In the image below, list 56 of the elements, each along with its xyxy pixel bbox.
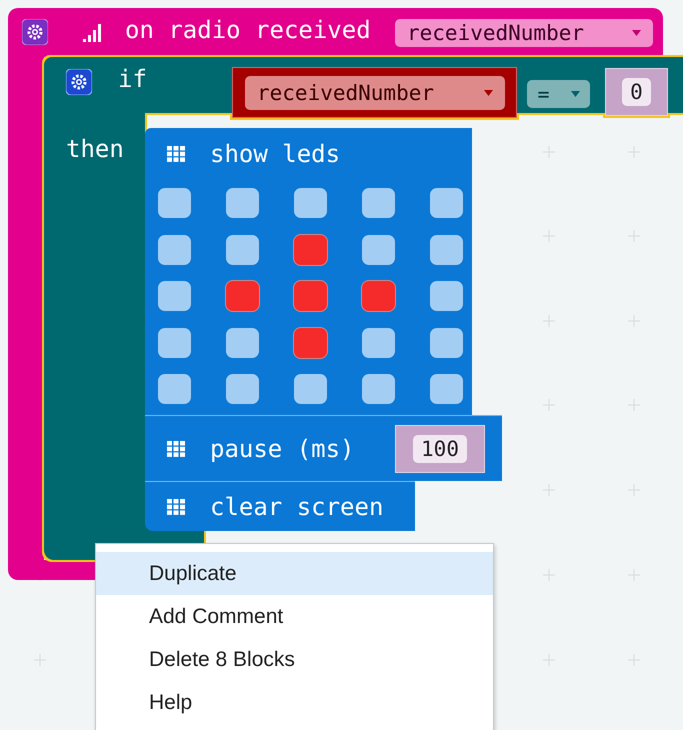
show-leds-block[interactable]: show leds <box>145 128 472 415</box>
led-cell[interactable] <box>430 234 463 264</box>
led-cell[interactable] <box>158 281 191 311</box>
caret-icon <box>570 91 580 97</box>
led-cell[interactable] <box>226 234 259 264</box>
led-cell[interactable] <box>362 328 395 358</box>
grid-icon <box>167 146 185 162</box>
led-cell[interactable] <box>362 374 395 404</box>
block-label: show leds <box>210 140 340 168</box>
led-cell[interactable] <box>226 328 259 358</box>
clear-screen-block[interactable]: clear screen <box>145 481 415 531</box>
parameter-dropdown[interactable]: receivedNumber <box>395 19 653 47</box>
number-block[interactable]: 100 <box>395 425 485 473</box>
event-label: on radio received <box>125 16 371 44</box>
operator-dropdown[interactable]: = <box>527 80 590 108</box>
led-cell[interactable] <box>226 374 259 404</box>
grid-icon <box>167 440 185 456</box>
led-cell[interactable] <box>158 374 191 404</box>
if-label: if <box>118 65 147 93</box>
number-block[interactable]: 0 <box>605 68 668 116</box>
variable-block[interactable]: receivedNumber <box>232 67 517 118</box>
led-cell[interactable] <box>430 188 463 218</box>
led-cell[interactable] <box>158 328 191 358</box>
number-field[interactable]: 100 <box>413 435 467 463</box>
block-label: clear screen <box>210 492 384 520</box>
led-cell[interactable] <box>430 328 463 358</box>
gear-icon <box>66 69 92 95</box>
led-cell[interactable] <box>294 374 327 404</box>
led-cell[interactable] <box>430 281 463 311</box>
led-cell[interactable] <box>226 188 259 218</box>
then-label: then <box>66 135 124 163</box>
signal-icon <box>83 24 103 42</box>
event-block[interactable]: on radio received receivedNumber <box>8 8 663 57</box>
variable-dropdown[interactable]: receivedNumber <box>245 76 505 110</box>
led-cell[interactable] <box>294 281 327 311</box>
menu-item[interactable]: Delete 8 Blocks <box>96 638 493 681</box>
block-label: pause (ms) <box>210 434 354 462</box>
led-cell[interactable] <box>294 234 327 264</box>
led-cell[interactable] <box>294 188 327 218</box>
gear-icon <box>22 19 48 45</box>
menu-item[interactable]: Add Comment <box>96 595 493 638</box>
led-cell[interactable] <box>362 188 395 218</box>
led-cell[interactable] <box>294 328 327 358</box>
number-field[interactable]: 0 <box>622 78 651 106</box>
pause-block[interactable]: pause (ms) 100 <box>145 415 502 481</box>
grid-icon <box>167 498 185 514</box>
led-cell[interactable] <box>362 234 395 264</box>
caret-icon <box>484 90 493 96</box>
led-cell[interactable] <box>430 374 463 404</box>
menu-item[interactable]: Help <box>96 681 493 724</box>
led-cell[interactable] <box>226 281 259 311</box>
led-cell[interactable] <box>158 188 191 218</box>
led-cell[interactable] <box>158 234 191 264</box>
menu-item[interactable]: Duplicate <box>96 552 493 595</box>
led-cell[interactable] <box>362 281 395 311</box>
caret-icon <box>632 30 641 36</box>
